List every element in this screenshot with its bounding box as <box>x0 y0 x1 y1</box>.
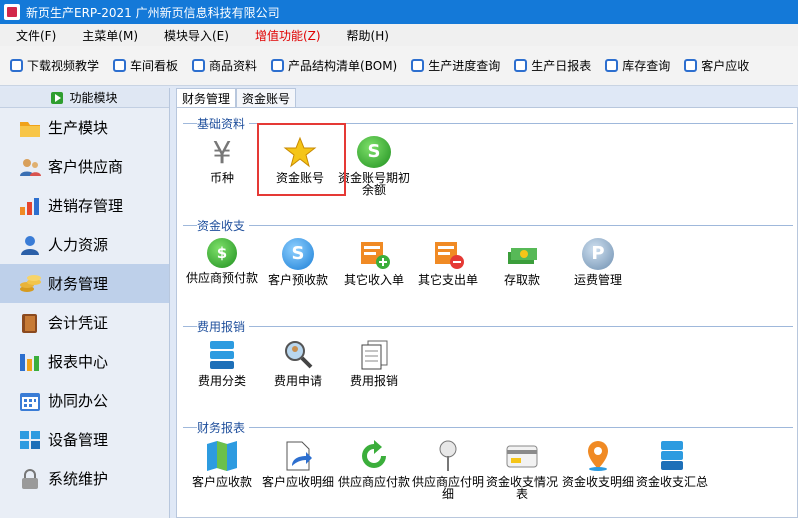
lock-icon <box>18 468 42 490</box>
app-logo-icon <box>4 4 20 20</box>
yen-icon: ¥ <box>205 136 239 171</box>
menu-main[interactable]: 主菜单(M) <box>66 27 148 44</box>
sidebar: 功能模块 生产模块 客户供应商 进销存管理 人力资源 财务管理 会计凭证 报表中… <box>0 88 170 518</box>
checkbox-icon <box>411 59 425 72</box>
window-title: 新页生产ERP-2021 广州新页信息科技有限公司 <box>26 5 280 20</box>
map-icon <box>205 440 239 472</box>
checkbox-icon <box>192 59 206 72</box>
grid-icon <box>18 429 42 451</box>
checkbox-icon <box>514 59 528 72</box>
menu-help[interactable]: 帮助(H) <box>331 27 399 44</box>
refresh-icon <box>357 440 391 472</box>
item-expense-category[interactable]: 费用分类 <box>183 339 261 387</box>
tab-finance[interactable]: 财务管理 <box>176 88 237 108</box>
person-icon <box>18 234 42 256</box>
document-arrow-icon <box>281 440 315 472</box>
item-currency[interactable]: ¥ 币种 <box>183 136 261 184</box>
pin-icon <box>431 440 465 472</box>
item-fund-account-opening[interactable]: S 资金账号期初余额 <box>335 136 413 196</box>
group-financial-reports: 财务报表 <box>183 419 793 436</box>
play-icon <box>51 91 64 104</box>
toolbar-daily-report[interactable]: 生产日报表 <box>514 57 591 74</box>
folder-icon <box>18 117 42 139</box>
checkbox-icon <box>10 59 23 72</box>
menu-file[interactable]: 文件(F) <box>0 27 66 44</box>
item-other-expense[interactable]: 其它支出单 <box>409 238 487 286</box>
item-supplier-payable[interactable]: 供应商应付款 <box>335 440 413 488</box>
calendar-icon <box>18 390 42 412</box>
group-expense: 费用报销 <box>183 318 793 335</box>
cash-stack-icon <box>505 238 539 270</box>
item-supplier-payable-detail[interactable]: 供应商应付明细 <box>409 440 487 500</box>
remove-document-icon <box>431 238 465 270</box>
money-bag-icon: $ <box>207 238 237 268</box>
ledger-icon <box>18 312 42 334</box>
tab-bar: 财务管理 资金账号 <box>176 88 297 108</box>
item-supplier-prepay[interactable]: $ 供应商预付款 <box>183 238 261 284</box>
people-icon <box>18 156 42 178</box>
item-fund-flow-detail[interactable]: 资金收支明细 <box>559 440 637 488</box>
toolbar-bom[interactable]: 产品结构清单(BOM) <box>271 57 397 74</box>
credit-card-icon <box>505 440 539 472</box>
sidebar-item-customer-supplier[interactable]: 客户供应商 <box>0 147 169 186</box>
sidebar-item-accounting[interactable]: 会计凭证 <box>0 303 169 342</box>
coins-icon <box>18 273 42 295</box>
checkbox-icon <box>684 59 698 72</box>
sidebar-item-finance[interactable]: 财务管理 <box>0 264 169 303</box>
magnifier-person-icon <box>281 339 315 371</box>
server-icon <box>655 440 689 472</box>
toolbar-workshop-board[interactable]: 车间看板 <box>113 57 178 74</box>
toolbar-product-info[interactable]: 商品资料 <box>192 57 257 74</box>
svg-text:¥: ¥ <box>212 136 231 168</box>
item-customer-prepay[interactable]: S 客户预收款 <box>259 238 337 286</box>
item-other-income[interactable]: 其它收入单 <box>335 238 413 286</box>
quick-toolbar: 下载视频教学 车间看板 商品资料 产品结构清单(BOM) 生产进度查询 生产日报… <box>0 46 798 86</box>
sidebar-item-collaboration[interactable]: 协同办公 <box>0 381 169 420</box>
tab-fund-account[interactable]: 资金账号 <box>236 88 297 108</box>
menu-module-import[interactable]: 模块导入(E) <box>148 27 239 44</box>
toolbar-download-tutorial[interactable]: 下载视频教学 <box>10 57 99 74</box>
bar-chart-icon <box>18 195 42 217</box>
location-pin-icon <box>581 440 615 472</box>
sidebar-item-inventory[interactable]: 进销存管理 <box>0 186 169 225</box>
checkbox-icon <box>605 59 619 72</box>
sidebar-item-equipment[interactable]: 设备管理 <box>0 420 169 459</box>
toolbar-inventory-query[interactable]: 库存查询 <box>605 57 670 74</box>
sidebar-item-system[interactable]: 系统维护 <box>0 459 169 498</box>
item-customer-receivable[interactable]: 客户应收款 <box>183 440 261 488</box>
item-customer-receivable-detail[interactable]: 客户应收明细 <box>259 440 337 488</box>
sidebar-item-hr[interactable]: 人力资源 <box>0 225 169 264</box>
content-panel: 基础资料 ¥ 币种 资金账号 S 资金账号期初余额 资金收支 $ 供应商预付款 … <box>176 107 798 518</box>
title-bar: 新页生产ERP-2021 广州新页信息科技有限公司 <box>0 0 798 24</box>
toolbar-customer-receivable[interactable]: 客户应收 <box>684 57 749 74</box>
parking-icon: P <box>582 238 614 270</box>
toolbar-production-progress[interactable]: 生产进度查询 <box>411 57 500 74</box>
checkbox-icon <box>271 59 285 72</box>
blue-dollar-icon: S <box>282 238 314 270</box>
item-deposit-withdraw[interactable]: 存取款 <box>483 238 561 286</box>
group-cash-flow: 资金收支 <box>183 217 793 234</box>
item-expense-reimburse[interactable]: 费用报销 <box>335 339 413 387</box>
menu-value-added[interactable]: 增值功能(Z) <box>239 27 331 44</box>
green-dollar-icon: S <box>357 136 391 168</box>
report-chart-icon <box>18 351 42 373</box>
documents-icon <box>357 339 391 371</box>
database-icon <box>205 339 239 371</box>
menu-bar: 文件(F) 主菜单(M) 模块导入(E) 增值功能(Z) 帮助(H) <box>0 24 798 46</box>
sidebar-header: 功能模块 <box>0 88 169 108</box>
item-fund-flow-summary[interactable]: 资金收支汇总 <box>633 440 711 488</box>
item-expense-request[interactable]: 费用申请 <box>259 339 337 387</box>
checkbox-icon <box>113 59 127 72</box>
add-document-icon <box>357 238 391 270</box>
item-fund-status-report[interactable]: 资金收支情况表 <box>483 440 561 500</box>
sidebar-item-production[interactable]: 生产模块 <box>0 108 169 147</box>
item-freight[interactable]: P 运费管理 <box>559 238 637 286</box>
sidebar-item-reports[interactable]: 报表中心 <box>0 342 169 381</box>
selection-highlight <box>257 123 346 196</box>
